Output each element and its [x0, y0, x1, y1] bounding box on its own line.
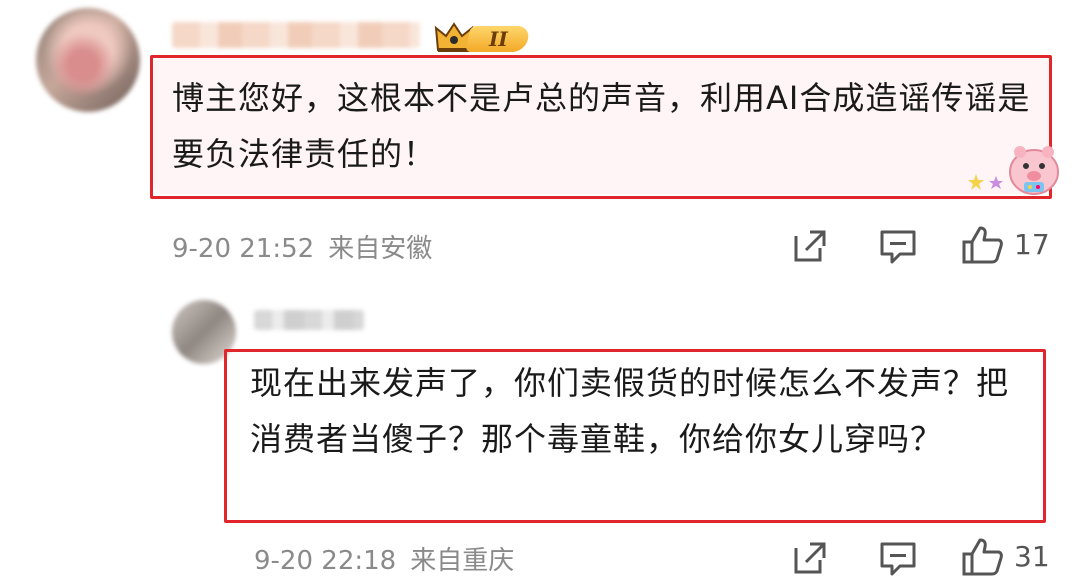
comment-icon[interactable] — [878, 540, 918, 578]
highlight-frame — [224, 349, 1046, 523]
share-icon[interactable] — [790, 538, 830, 578]
commenter-avatar[interactable] — [36, 8, 140, 112]
reply-location: 来自重庆 — [410, 546, 515, 576]
commenter-username-blurred[interactable] — [172, 22, 420, 48]
share-icon[interactable] — [790, 226, 830, 266]
comment-icon[interactable] — [878, 228, 918, 266]
comment-location: 来自安徽 — [328, 234, 433, 264]
like-count: 31 — [1014, 540, 1050, 573]
comment-date: 9-20 21:52 — [172, 234, 315, 264]
reply-date: 9-20 22:18 — [254, 546, 397, 576]
member-level-badge: II — [434, 16, 534, 56]
level-badge-pill: II — [465, 26, 531, 52]
comment-meta: 9-20 21:52 来自安徽 — [172, 228, 446, 265]
highlight-frame — [150, 55, 1052, 199]
reply-username-blurred[interactable] — [254, 310, 364, 330]
like-count: 17 — [1014, 228, 1050, 261]
thumbs-up-icon[interactable] — [960, 536, 1004, 578]
level-badge-text: II — [488, 27, 508, 51]
reply-meta: 9-20 22:18 来自重庆 — [254, 540, 528, 577]
sparkle-stars-icon — [968, 174, 1003, 190]
pig-sticker-icon — [1009, 146, 1059, 195]
thumbs-up-icon[interactable] — [960, 224, 1004, 266]
